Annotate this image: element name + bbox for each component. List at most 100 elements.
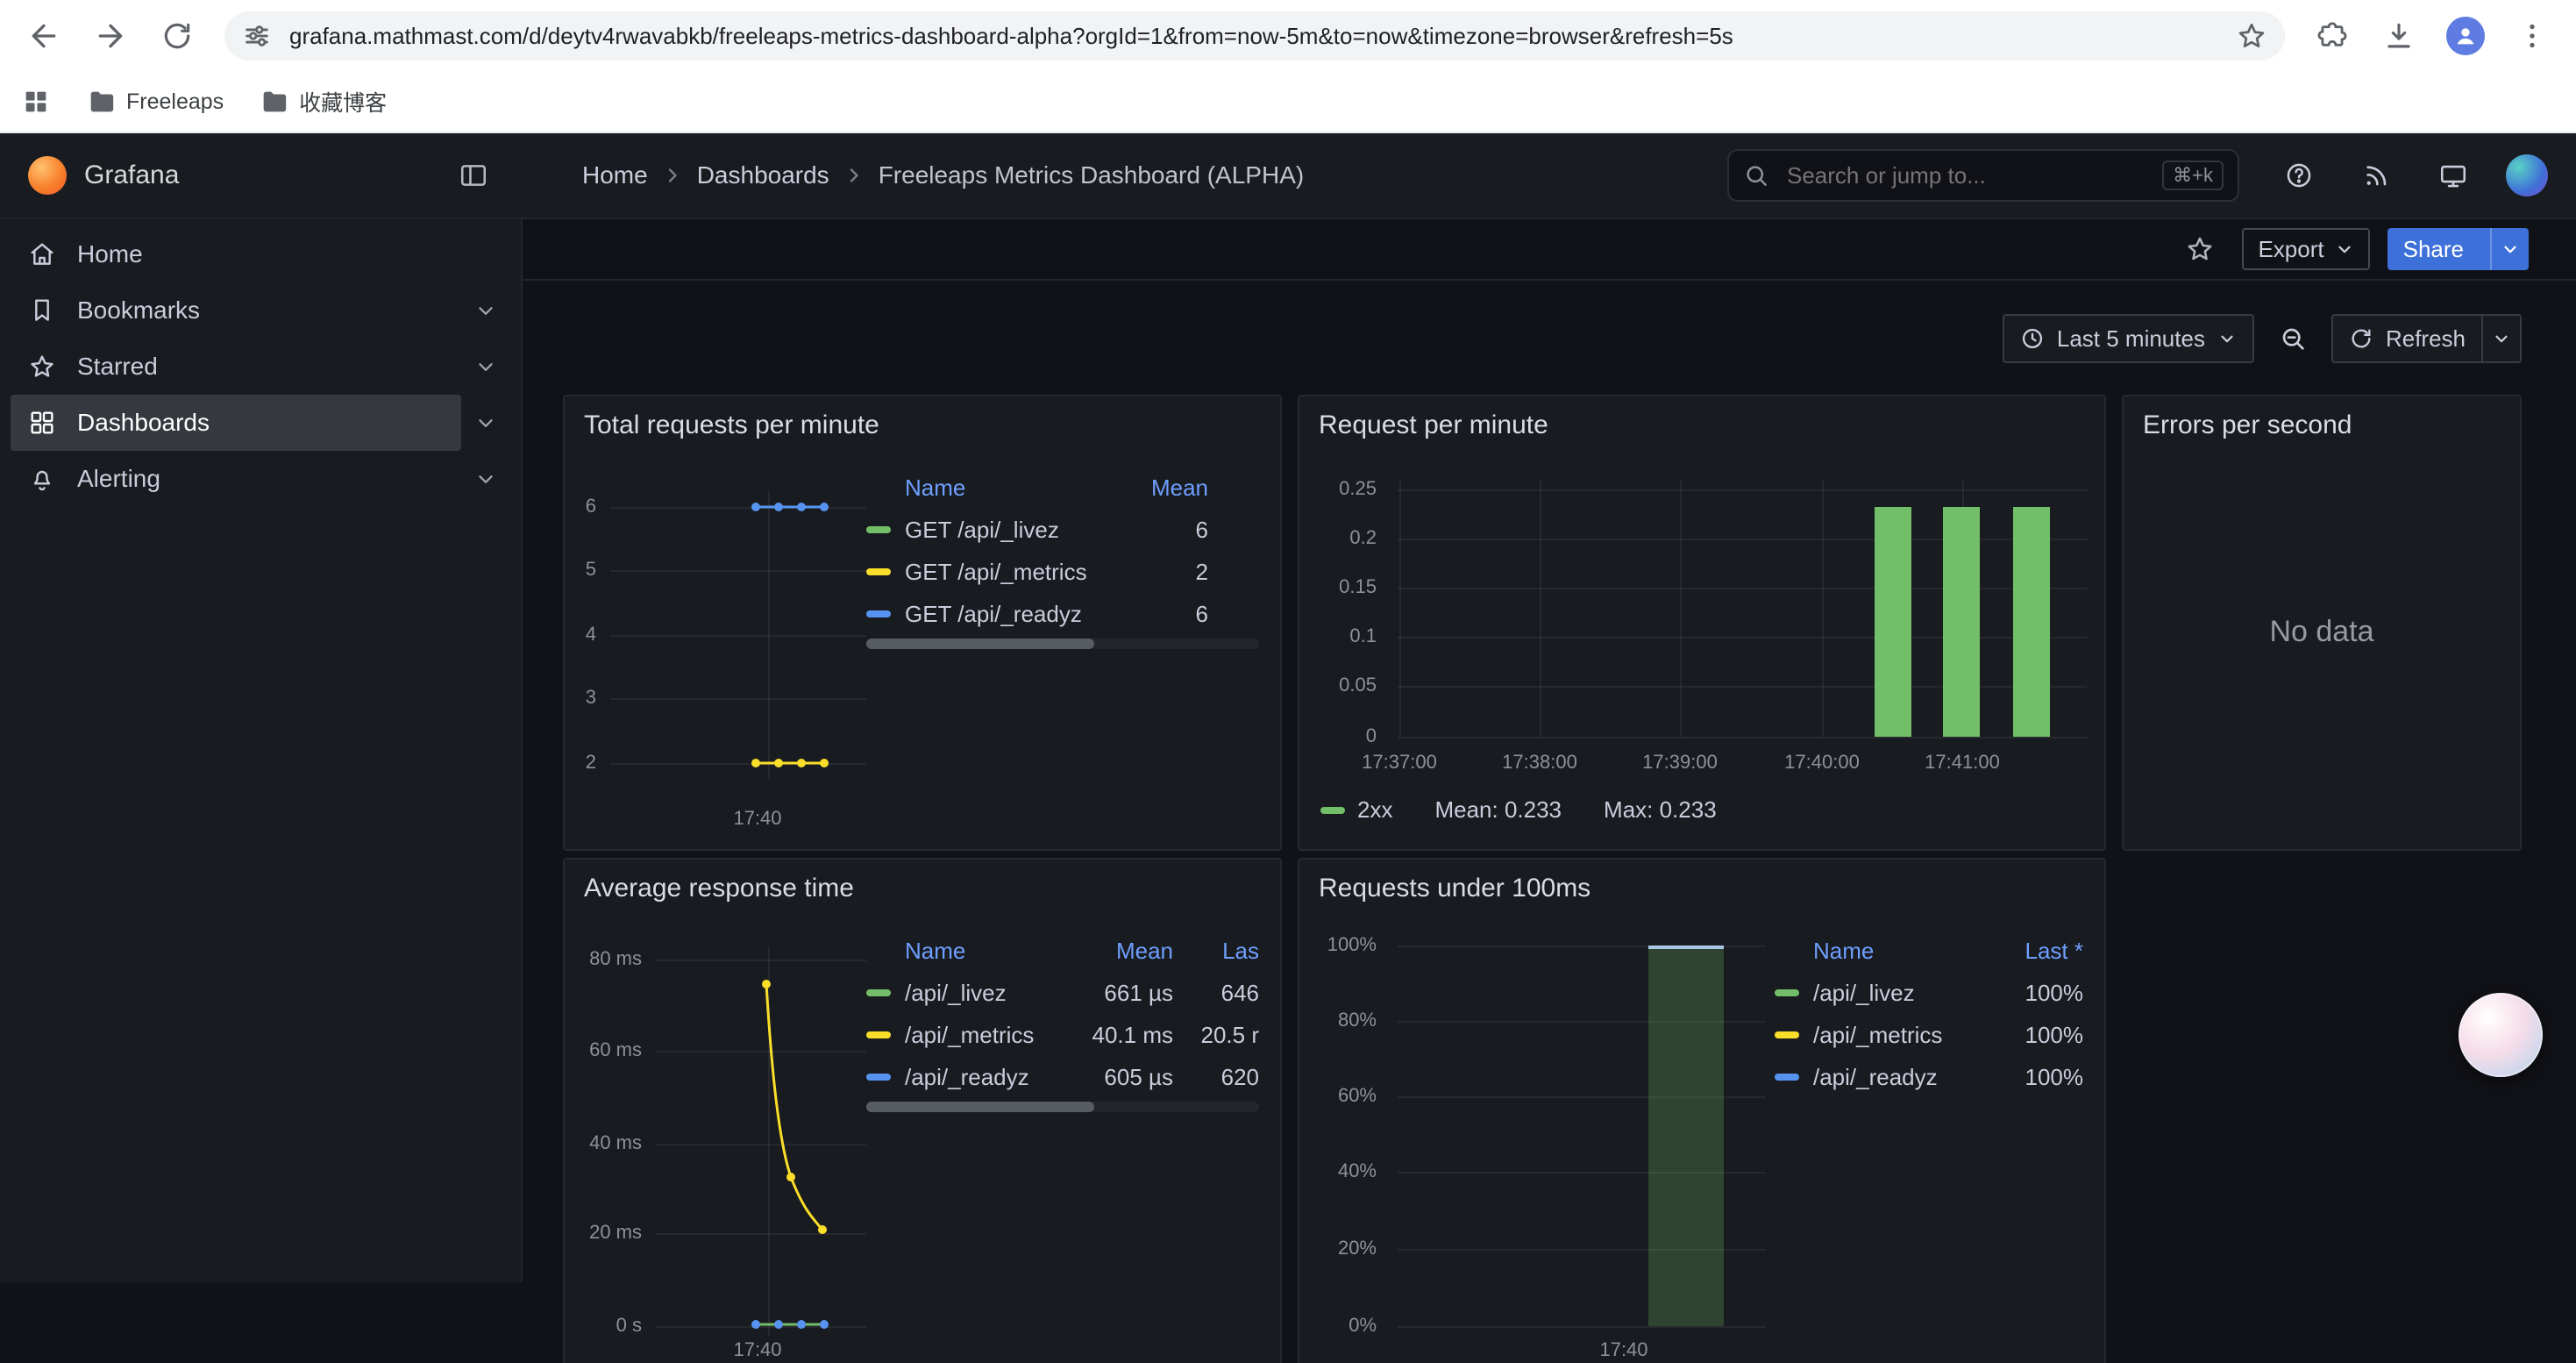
sidebar-item-dashboards[interactable]: Dashboards: [11, 395, 510, 451]
address-bar[interactable]: [224, 11, 2285, 61]
series-mean: 40.1 ms: [1050, 1022, 1173, 1049]
bookmark-folder-blogs[interactable]: 收藏博客: [259, 86, 387, 118]
search-icon: [1743, 162, 1769, 189]
site-info-icon[interactable]: [242, 21, 272, 51]
grafana-topnav: Grafana Home Dashboards Freeleaps Metric…: [0, 133, 2576, 219]
refresh-interval-button[interactable]: [2481, 316, 2520, 361]
scrollbar-thumb[interactable]: [866, 1102, 1094, 1112]
expand-toggle[interactable]: [461, 355, 510, 378]
chart-legend: 2xx Mean: 0.233 Max: 0.233: [1320, 796, 1717, 824]
legend-header: Name Mean: [866, 467, 1259, 509]
breadcrumb: Home Dashboards Freeleaps Metrics Dashbo…: [523, 161, 1304, 189]
legend-row[interactable]: GET /api/_metrics 2: [866, 551, 1259, 593]
breadcrumb-dashboards[interactable]: Dashboards: [697, 161, 829, 189]
y-tick: 20%: [1299, 1237, 1377, 1260]
chevron-down-icon: [474, 355, 497, 378]
bookmark-folder-freeleaps[interactable]: Freeleaps: [86, 87, 224, 117]
dashboard-actions-row: Export Share: [523, 219, 2576, 281]
legend-row[interactable]: /api/_livez 661 µs 646: [866, 972, 1259, 1014]
forward-button[interactable]: [81, 6, 140, 66]
browser-menu-button[interactable]: [2502, 6, 2562, 66]
time-range-picker[interactable]: Last 5 minutes: [2003, 314, 2254, 363]
legend-scrollbar[interactable]: [866, 1102, 1259, 1112]
legend-series[interactable]: 2xx: [1320, 796, 1392, 824]
col-mean[interactable]: Mean: [1103, 475, 1208, 502]
search-box[interactable]: ⌘+k: [1727, 149, 2239, 202]
expand-toggle[interactable]: [461, 467, 510, 490]
zoom-out-button[interactable]: [2268, 314, 2317, 363]
col-last[interactable]: Last *: [1985, 938, 2083, 965]
series-mean: 2: [1103, 559, 1208, 586]
share-button[interactable]: Share: [2387, 228, 2480, 270]
series-color-chip: [1775, 1031, 1799, 1038]
legend-header: Name Mean Las: [866, 930, 1259, 972]
col-name[interactable]: Name: [1813, 938, 1985, 965]
refresh-button-group: Refresh: [2331, 314, 2522, 363]
legend-table: Name Last * /api/_livez 100% /api/_metri…: [1775, 930, 2083, 1098]
bookmark-label: Freeleaps: [126, 89, 224, 115]
export-button[interactable]: Export: [2242, 228, 2369, 270]
floating-assistant-avatar[interactable]: [2459, 993, 2543, 1077]
x-tick: 17:40: [705, 1338, 810, 1361]
scrollbar-thumb[interactable]: [866, 639, 1094, 649]
y-tick: 0.1: [1299, 624, 1377, 647]
profile-button[interactable]: [2436, 6, 2495, 66]
legend-row[interactable]: /api/_metrics 40.1 ms 20.5 r: [866, 1014, 1259, 1056]
panel-title[interactable]: Request per minute: [1319, 410, 1548, 440]
downloads-button[interactable]: [2369, 6, 2429, 66]
series-color-chip: [866, 1031, 891, 1038]
y-tick: 80%: [1299, 1009, 1377, 1031]
col-mean[interactable]: Mean: [1050, 938, 1173, 965]
share-menu-button[interactable]: [2490, 228, 2529, 270]
legend-row[interactable]: GET /api/_livez 6: [866, 509, 1259, 551]
kiosk-button[interactable]: [2429, 151, 2478, 200]
refresh-label: Refresh: [2386, 325, 2466, 353]
series-name: 2xx: [1357, 796, 1392, 824]
favorite-dashboard-button[interactable]: [2175, 225, 2224, 274]
sidebar-item-bookmarks[interactable]: Bookmarks: [11, 282, 510, 339]
series-color-chip: [1775, 989, 1799, 996]
user-avatar[interactable]: [2506, 154, 2548, 196]
col-name[interactable]: Name: [905, 475, 1103, 502]
legend-row[interactable]: /api/_readyz 100%: [1775, 1056, 2083, 1098]
col-name[interactable]: Name: [905, 938, 1050, 965]
panel-title[interactable]: Errors per second: [2143, 410, 2352, 440]
no-data-message: No data: [2124, 467, 2520, 796]
bar-percent[interactable]: [1648, 946, 1724, 1326]
bar-2xx[interactable]: [1943, 507, 1980, 737]
bookmark-star-icon[interactable]: [2236, 20, 2267, 52]
legend-row[interactable]: /api/_readyz 605 µs 620: [866, 1056, 1259, 1098]
sidebar-item-alerting[interactable]: Alerting: [11, 451, 510, 507]
grafana-brand[interactable]: Grafana: [28, 156, 179, 195]
zoom-out-icon: [2279, 325, 2307, 353]
legend-row[interactable]: GET /api/_readyz 6: [866, 593, 1259, 635]
panel-total-requests: Total requests per minute 6 5 4 3 2: [563, 395, 1282, 851]
legend-scrollbar[interactable]: [866, 639, 1259, 649]
url-input[interactable]: [286, 21, 2222, 52]
bar-2xx[interactable]: [2013, 507, 2050, 737]
expand-toggle[interactable]: [461, 411, 510, 434]
series-name: /api/_livez: [905, 980, 1050, 1007]
legend-row[interactable]: /api/_livez 100%: [1775, 972, 2083, 1014]
back-button[interactable]: [14, 6, 74, 66]
bar-2xx[interactable]: [1875, 507, 1911, 737]
sidebar-item-starred[interactable]: Starred: [11, 339, 510, 395]
grafana-body: Home Bookmarks Starred: [0, 219, 2576, 1282]
search-input[interactable]: [1783, 161, 2148, 191]
reload-button[interactable]: [147, 6, 207, 66]
dashboards-icon: [28, 409, 56, 437]
col-last[interactable]: Las: [1173, 938, 1259, 965]
apps-grid-icon[interactable]: [21, 87, 51, 117]
expand-toggle[interactable]: [461, 299, 510, 322]
bookmarks-bar: Freeleaps 收藏博客: [0, 72, 2576, 133]
extensions-button[interactable]: [2302, 6, 2362, 66]
news-button[interactable]: [2352, 151, 2401, 200]
folder-icon: [259, 87, 288, 117]
help-button[interactable]: [2274, 151, 2323, 200]
refresh-button[interactable]: Refresh: [2333, 316, 2481, 361]
sidebar-item-home[interactable]: Home: [11, 226, 510, 282]
legend-row[interactable]: /api/_metrics 100%: [1775, 1014, 2083, 1056]
breadcrumb-home[interactable]: Home: [582, 161, 648, 189]
panel-title[interactable]: Requests under 100ms: [1319, 874, 1590, 903]
sidebar-toggle-button[interactable]: [449, 151, 498, 200]
